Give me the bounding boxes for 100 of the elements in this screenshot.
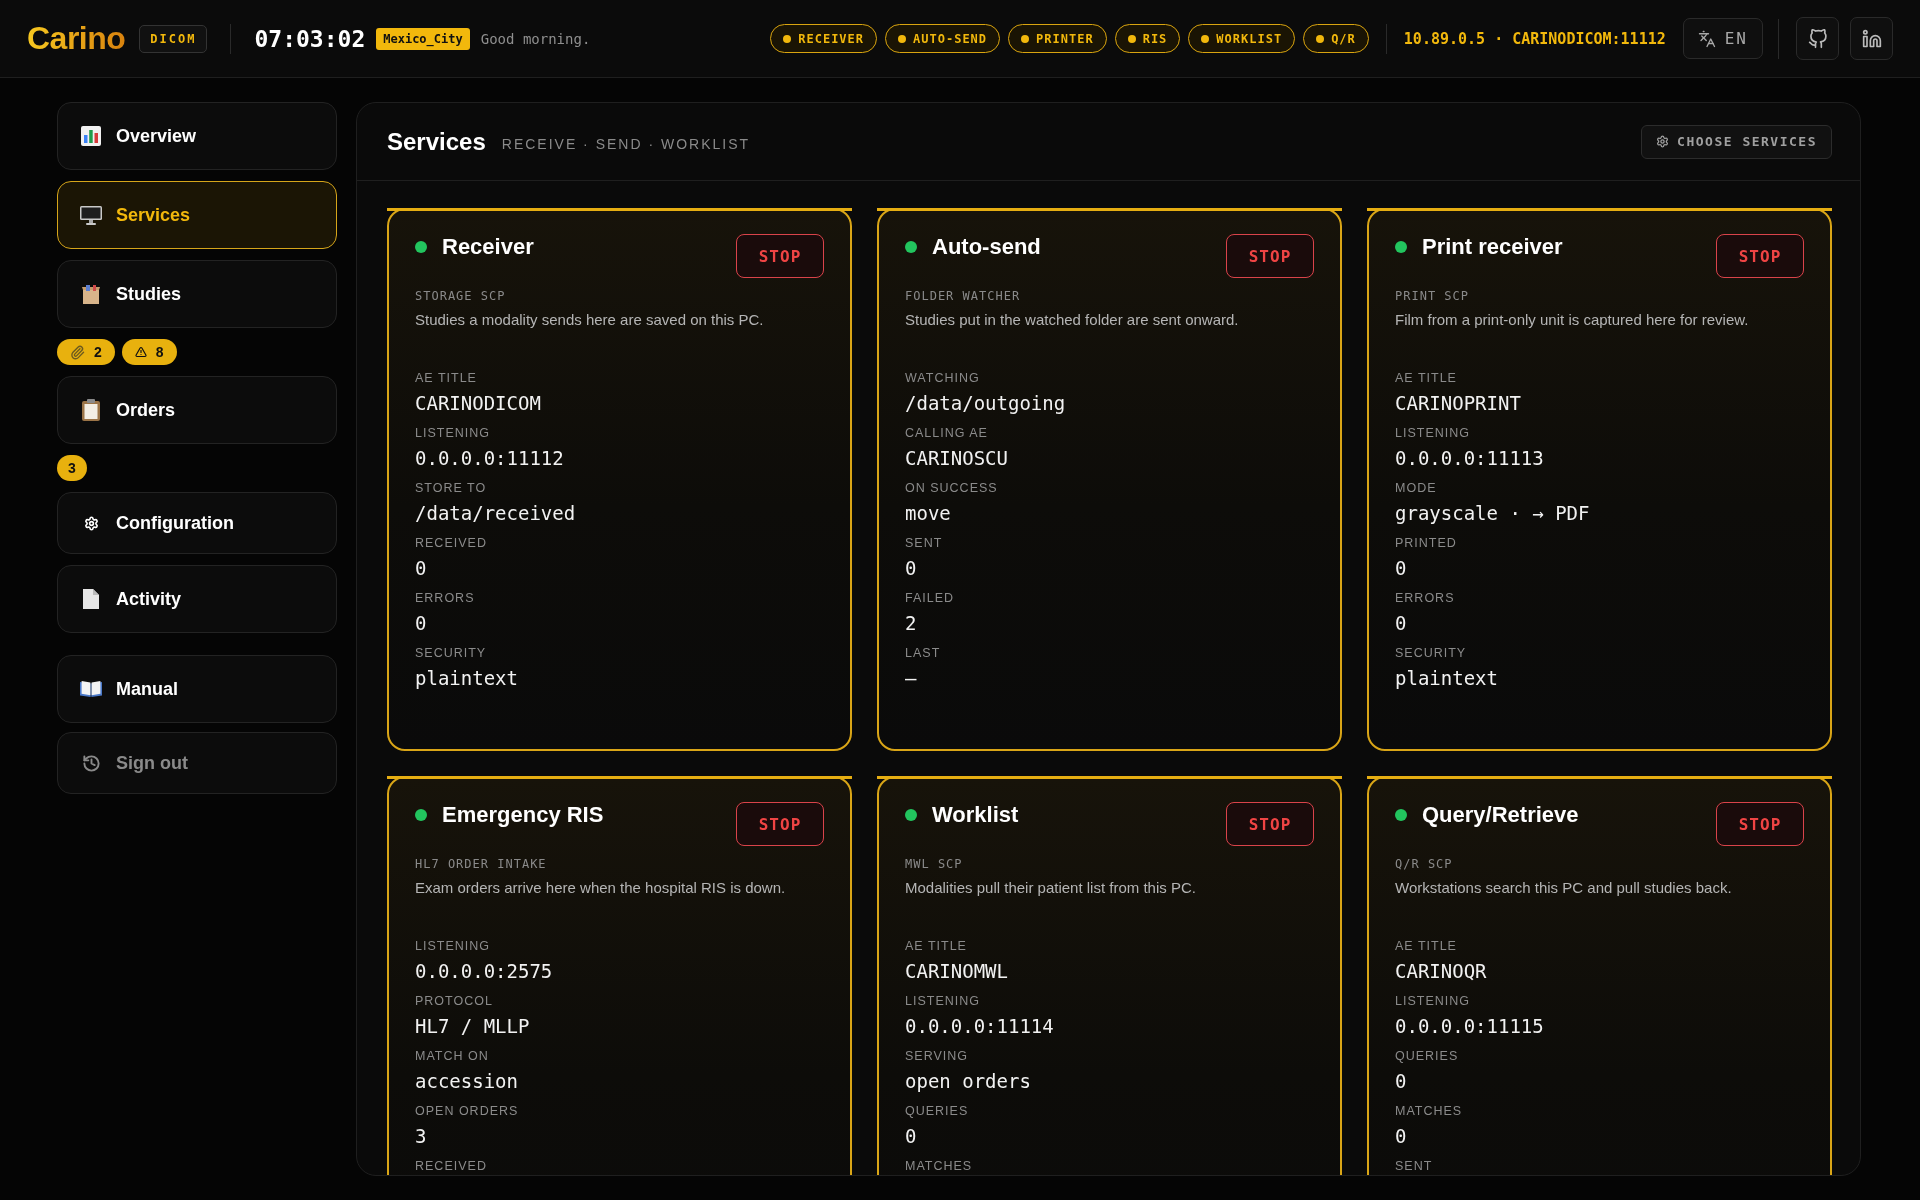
field-label: STORE TO <box>415 480 488 496</box>
service-status-label: WORKLIST <box>1216 31 1283 46</box>
field-value: 0 <box>1395 611 1408 636</box>
open-book-icon <box>80 681 102 697</box>
field-value: 0 <box>415 611 428 636</box>
linkedin-button[interactable] <box>1850 17 1893 60</box>
field-label: LISTENING <box>415 425 491 441</box>
service-description: Exam orders arrive here when the hospital RIS is down. <box>415 878 787 898</box>
service-status-label: AUTO-SEND <box>913 31 988 46</box>
choose-services-button[interactable]: CHOOSE SERVICES <box>1641 124 1832 159</box>
service-description: Modalities pull their patient list from this PC. <box>905 878 1197 898</box>
field-label: LISTENING <box>905 993 981 1009</box>
field-value: CARINOPRINT <box>1395 391 1522 416</box>
nav-item[interactable]: Activity <box>57 565 337 633</box>
github-icon <box>1807 28 1828 49</box>
field-label: AE TITLE <box>905 938 968 954</box>
field-value: open orders <box>905 1069 1032 1094</box>
nav-item[interactable]: Studies <box>57 260 337 328</box>
field-value: HL7 / MLLP <box>415 1014 531 1039</box>
badge-count: 8 <box>155 344 164 360</box>
timezone-badge: Mexico_City <box>376 27 470 50</box>
bar-chart-icon <box>81 126 101 146</box>
nav-item[interactable]: Sign out <box>57 732 337 794</box>
stop-button[interactable]: STOP <box>736 234 824 278</box>
field-value: /data/received <box>415 501 577 526</box>
field-value: 0 <box>1395 556 1408 581</box>
history-icon <box>81 753 101 773</box>
github-button[interactable] <box>1796 17 1839 60</box>
clipboard-icon <box>82 399 100 421</box>
field-label: LAST <box>905 645 942 661</box>
field-value: — <box>905 666 918 691</box>
field-value: 0 <box>905 556 918 581</box>
linkedin-icon <box>1861 28 1882 49</box>
field-label: ON SUCCESS <box>905 480 999 496</box>
service-role: PRINT SCP <box>1395 288 1471 304</box>
field-value: 0.0.0.0:11113 <box>1395 446 1545 471</box>
service-status-label: Q/R <box>1331 31 1356 46</box>
count-badge: 3 <box>57 455 87 481</box>
stop-button[interactable]: STOP <box>1226 234 1314 278</box>
field-label: PROTOCOL <box>415 993 494 1009</box>
service-description: Workstations search this PC and pull studies back. <box>1395 878 1733 898</box>
field-value: 0.0.0.0:11114 <box>905 1014 1055 1039</box>
field-label: AE TITLE <box>1395 370 1458 386</box>
language-button[interactable]: EN <box>1682 18 1763 59</box>
nav-item[interactable]: Services <box>57 181 337 249</box>
service-description: Studies a modality sends here are saved on this PC. <box>415 310 765 330</box>
nav-item[interactable]: Overview <box>57 102 337 170</box>
field-label: OPEN ORDERS <box>415 1103 520 1119</box>
monitor-icon <box>80 205 102 225</box>
field-value: CARINOSCU <box>905 446 1009 471</box>
field-label: MODE <box>1395 480 1438 496</box>
field-label: AE TITLE <box>415 370 478 386</box>
service-title: Print receiver <box>1422 234 1563 260</box>
field-label: MATCHES <box>905 1158 974 1174</box>
field-value: move <box>905 501 952 526</box>
field-label: MATCHES <box>1395 1103 1464 1119</box>
product-badge: DICOM <box>139 24 208 53</box>
field-value: 0.0.0.0:11112 <box>415 446 565 471</box>
badge-count: 2 <box>94 344 102 360</box>
nav-item[interactable]: Orders <box>57 376 337 444</box>
field-label: LISTENING <box>415 938 491 954</box>
field-value: /data/outgoing <box>905 391 1067 416</box>
field-value: grayscale · → PDF <box>1395 501 1591 526</box>
field-label: MATCH ON <box>415 1048 490 1064</box>
field-value: plaintext <box>415 666 519 691</box>
field-value: 2 <box>905 611 918 636</box>
field-value: 0.0.0.0:11115 <box>1395 1014 1545 1039</box>
service-status-label: RIS <box>1142 31 1168 46</box>
field-value: CARINODICOM <box>415 391 542 416</box>
field-label: FAILED <box>905 590 956 606</box>
panel-subtitle: RECEIVE · SEND · WORKLIST <box>501 135 751 152</box>
nav-item[interactable]: Manual <box>57 655 337 723</box>
gear-icon <box>83 515 99 531</box>
field-value: 0 <box>905 1124 918 1149</box>
stop-button[interactable]: STOP <box>1716 234 1804 278</box>
field-label: ERRORS <box>415 590 476 606</box>
service-description: Film from a print-only unit is captured here for review. <box>1395 310 1750 330</box>
field-value: 3 <box>415 1124 428 1149</box>
stop-button[interactable]: STOP <box>736 802 824 846</box>
field-label: CALLING AE <box>905 425 989 441</box>
service-title: Emergency RIS <box>442 802 604 828</box>
field-label: LISTENING <box>1395 425 1471 441</box>
field-value: 0 <box>1395 1069 1408 1094</box>
stop-button[interactable]: STOP <box>1716 802 1804 846</box>
clock-time: 07:03:02 <box>254 25 366 52</box>
document-icon <box>83 589 99 609</box>
translate-icon <box>1697 29 1716 48</box>
stop-button[interactable]: STOP <box>1226 802 1314 846</box>
panel-title: Services <box>387 127 486 156</box>
field-label: QUERIES <box>905 1103 970 1119</box>
service-status-label: PRINTER <box>1036 31 1094 46</box>
service-role: HL7 ORDER INTAKE <box>415 856 548 872</box>
gear-icon <box>1656 135 1670 148</box>
field-value: 0.0.0.0:2575 <box>415 959 554 984</box>
nav-item[interactable]: Configuration <box>57 492 337 554</box>
field-label: WATCHING <box>905 370 981 386</box>
field-label: SENT <box>1395 1158 1434 1174</box>
field-label: AE TITLE <box>1395 938 1458 954</box>
service-title: Worklist <box>932 802 1019 828</box>
field-value: CARINOMWL <box>905 959 1009 984</box>
